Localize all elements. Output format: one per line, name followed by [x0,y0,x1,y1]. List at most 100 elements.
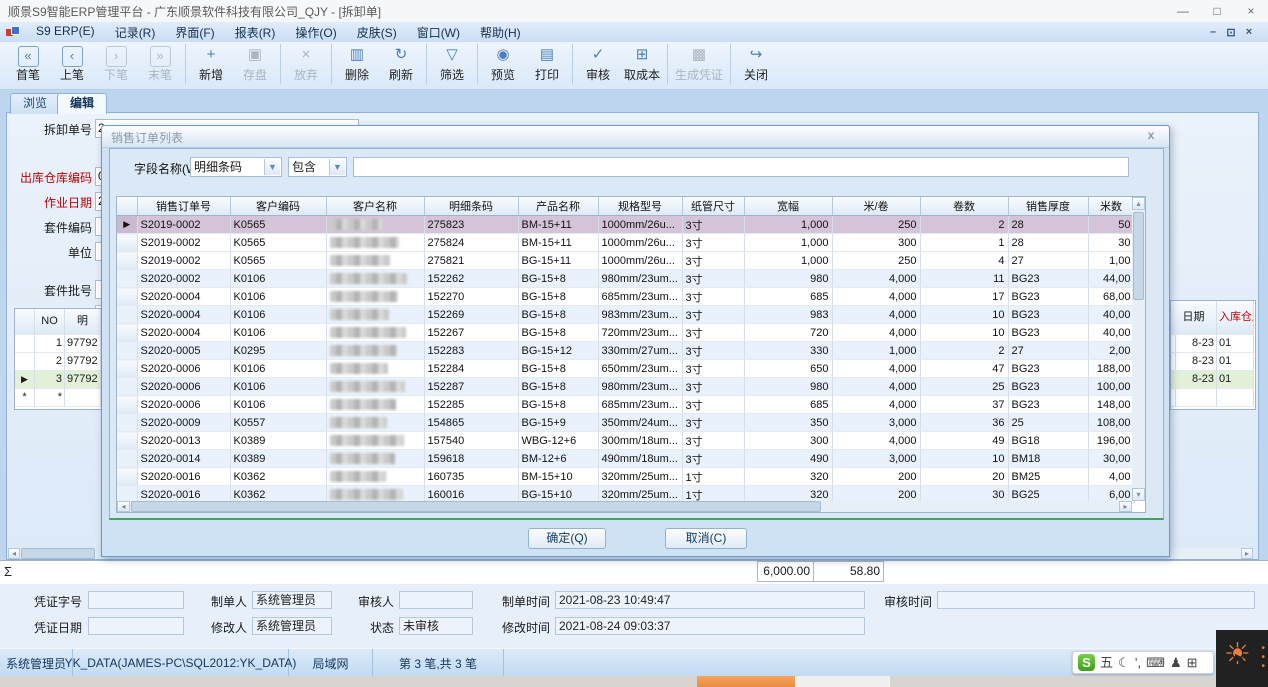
table-row[interactable]: S2020-0009K0557154865BG-15+9350mm/24um..… [117,414,1134,432]
cell[interactable]: 30,00 [1088,450,1134,468]
cell[interactable]: 330mm/27um... [598,342,682,360]
column-header[interactable]: 日期 [1171,301,1217,335]
cell[interactable]: 200 [832,468,920,486]
cell[interactable]: 4 [920,252,1008,270]
cell[interactable] [326,324,424,342]
column-header[interactable]: 宽幅 [744,197,832,216]
cell[interactable]: S2020-0006 [137,396,230,414]
cell[interactable]: K0106 [230,396,326,414]
scroll-left-icon[interactable]: ◂ [8,548,20,559]
toolbar-button-discard[interactable]: ×放弃 [284,42,328,83]
cell[interactable]: 36 [920,414,1008,432]
cell[interactable]: * [35,389,65,407]
cell[interactable]: BG-15+8 [518,360,598,378]
scroll-left-icon[interactable]: ◂ [117,501,130,512]
cell[interactable]: 350 [744,414,832,432]
cell[interactable]: 28 [1008,216,1088,234]
cell[interactable]: 3寸 [682,342,744,360]
cell[interactable]: 20 [920,468,1008,486]
cell[interactable]: 152269 [424,306,518,324]
chevron-down-icon[interactable]: ▼ [264,159,280,175]
toolbar-button-close-form[interactable]: ↪关闭 [734,42,778,83]
cell[interactable]: 3寸 [682,432,744,450]
cell[interactable]: 196,00 [1088,432,1134,450]
toolbar-button-next-record[interactable]: ›下笔 [94,42,138,83]
column-header[interactable]: 纸管尺寸 [682,197,744,216]
cell[interactable]: 3寸 [682,324,744,342]
cell[interactable]: 4,000 [832,432,920,450]
cell[interactable]: K0557 [230,414,326,432]
cell[interactable]: 188,00 [1088,360,1134,378]
cell[interactable]: K0106 [230,306,326,324]
cell[interactable]: 1000mm/26u... [598,252,682,270]
cell[interactable]: 275823 [424,216,518,234]
cell[interactable]: K0362 [230,468,326,486]
table-row[interactable]: S2020-0004K0106152270BG-15+8685mm/23um..… [117,288,1134,306]
toolbar-button-preview[interactable]: ◉预览 [481,42,525,83]
taskbar-button[interactable] [795,676,890,687]
filter-operator-combo[interactable]: 包含 ▼ [288,157,347,177]
cell[interactable]: K0106 [230,270,326,288]
cell[interactable]: K0106 [230,378,326,396]
cell[interactable]: S2020-0004 [137,324,230,342]
cell[interactable]: 4,000 [832,360,920,378]
cell[interactable]: K0565 [230,252,326,270]
cell[interactable]: BG-15+8 [518,324,598,342]
menu-item[interactable]: 操作(O) [285,22,346,43]
cell[interactable]: 1,000 [744,216,832,234]
column-header[interactable]: 客户名称 [326,197,424,216]
cell[interactable]: 983 [744,306,832,324]
cell[interactable]: 650mm/23um... [598,360,682,378]
cell[interactable]: 980mm/23um... [598,378,682,396]
cell[interactable]: 160735 [424,468,518,486]
cell[interactable]: K0389 [230,450,326,468]
cell[interactable]: WBG-12+6 [518,432,598,450]
toolbar-button-delete[interactable]: ▥删除 [335,42,379,83]
table-row[interactable]: S2020-0004K0106152267BG-15+8720mm/23um..… [117,324,1134,342]
cell[interactable]: 25 [920,378,1008,396]
cell[interactable]: 3寸 [682,450,744,468]
cell[interactable]: 3寸 [682,252,744,270]
cell[interactable]: 300 [832,234,920,252]
cell[interactable]: 300mm/18um... [598,432,682,450]
toolbar-button-voucher[interactable]: ▩生成凭证 [671,42,727,83]
cell[interactable]: S2020-0006 [137,378,230,396]
scroll-up-icon[interactable]: ▴ [1132,197,1145,210]
column-header[interactable]: 明 [65,309,101,335]
cell[interactable]: K0106 [230,324,326,342]
taskbar-active-button[interactable] [697,676,795,687]
minimize-button[interactable]: — [1166,0,1200,22]
table-row[interactable]: S2020-0005K0295152283BG-15+12330mm/27um.… [117,342,1134,360]
cell[interactable]: K0295 [230,342,326,360]
column-header[interactable]: 明细条码 [424,197,518,216]
cell[interactable]: 28 [1008,234,1088,252]
cell[interactable]: 68,00 [1088,288,1134,306]
table-row[interactable]: S2020-0014K0389159618BM-12+6490mm/18um..… [117,450,1134,468]
cell[interactable]: 40,00 [1088,324,1134,342]
cell[interactable]: 685 [744,396,832,414]
cell[interactable]: S2020-0005 [137,342,230,360]
tab-browse[interactable]: 浏览 [10,93,60,114]
main-hscrollbar-left[interactable]: ◂ [8,548,96,559]
cell[interactable]: BG23 [1008,396,1088,414]
tray-app-badge[interactable]: ☀ ▶ ••• [1216,630,1268,687]
cell[interactable]: 17 [920,288,1008,306]
toolbar-button-save[interactable]: ▣存盘 [233,42,277,83]
cell[interactable]: 1,000 [744,252,832,270]
row-marker[interactable] [15,353,35,371]
cell[interactable]: 2,00 [1088,342,1134,360]
cell[interactable]: 685mm/23um... [598,288,682,306]
cell[interactable]: 4,000 [832,288,920,306]
grid-hscrollbar[interactable]: ◂ ▸ [117,501,1132,512]
column-header[interactable]: 米/卷 [832,197,920,216]
cell[interactable]: K0389 [230,432,326,450]
row-marker[interactable]: ▶ [15,371,35,389]
cell[interactable]: 3寸 [682,396,744,414]
cell[interactable]: 320 [744,468,832,486]
footer-field-value[interactable]: 系统管理员 [252,617,332,635]
scroll-right-icon[interactable]: ▸ [1241,548,1253,559]
cell[interactable]: 1 [920,234,1008,252]
keyboard-icon[interactable]: ⌨ [1146,654,1165,671]
footer-field-value[interactable]: 2021-08-23 10:49:47 [555,591,865,609]
cell[interactable]: S2019-0002 [137,234,230,252]
